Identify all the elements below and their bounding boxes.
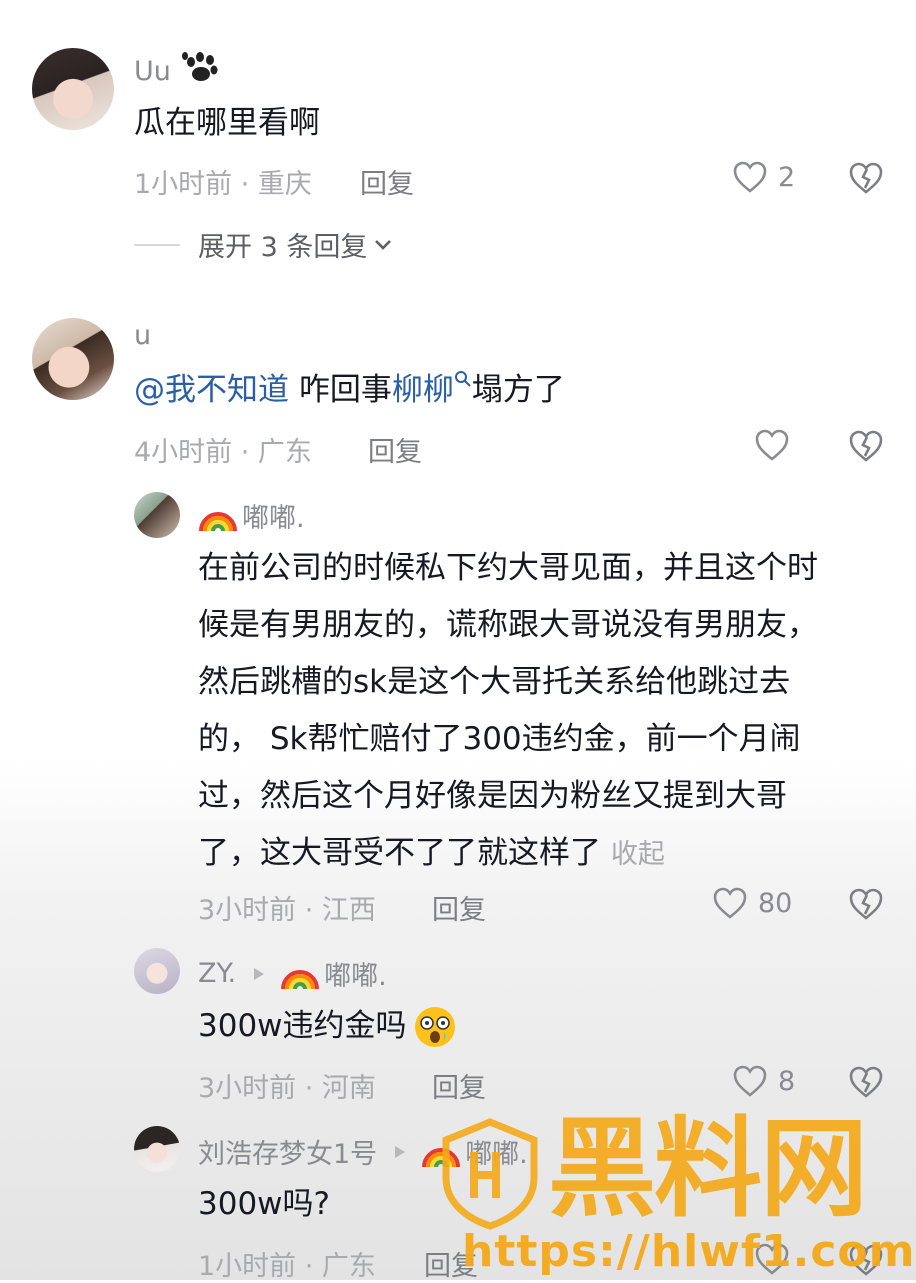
expand-replies-label: 展开 3 条回复 <box>198 232 368 263</box>
divider <box>134 243 180 246</box>
like-button[interactable]: 80 <box>712 886 792 920</box>
dislike-button[interactable] <box>848 887 884 921</box>
heart-icon <box>732 1064 768 1098</box>
avatar[interactable] <box>134 1126 180 1172</box>
comment-text: 瓜在哪里看啊 <box>134 105 320 141</box>
expand-replies-button[interactable]: 展开 3 条回复 <box>134 225 393 264</box>
avatar[interactable] <box>32 318 114 400</box>
mention-link[interactable]: @我不知道 <box>134 372 289 408</box>
broken-heart-icon <box>848 161 884 195</box>
username[interactable]: Uu <box>134 50 219 87</box>
watermark-title: 黑料网 <box>548 1107 868 1232</box>
play-arrow-icon <box>252 966 266 982</box>
dislike-button[interactable] <box>848 429 884 463</box>
comment-meta: 4小时前 · 广东 <box>134 437 312 468</box>
like-count: 8 <box>778 1065 796 1097</box>
reply-text: 在前公司的时候私下约大哥见面，并且这个时 候是有男朋友的，谎称跟大哥说没有男朋友… <box>198 550 818 871</box>
watermark-logo-icon <box>440 1118 540 1230</box>
broken-heart-icon <box>848 1065 884 1099</box>
username[interactable]: u <box>134 320 151 351</box>
reply-text: 300w吗? <box>198 1186 330 1222</box>
comment-meta: 3小时前 · 江西 <box>198 895 376 926</box>
like-count: 2 <box>778 161 796 193</box>
reply-button[interactable]: 回复 <box>432 1066 486 1105</box>
reply-button[interactable]: 回复 <box>368 430 422 469</box>
heart-icon <box>732 160 768 194</box>
avatar[interactable] <box>134 948 180 994</box>
avatar[interactable] <box>134 492 180 538</box>
paw-icon <box>179 50 219 84</box>
reply-button[interactable]: 回复 <box>360 162 414 201</box>
broken-heart-icon <box>848 887 884 921</box>
dizzy-face-icon <box>413 1005 457 1049</box>
dislike-button[interactable] <box>848 1065 884 1099</box>
comment-meta: 3小时前 · 河南 <box>198 1073 376 1104</box>
like-button[interactable]: 8 <box>732 1064 795 1098</box>
like-button[interactable]: 2 <box>732 160 795 194</box>
play-arrow-icon <box>393 1144 407 1160</box>
reply-button[interactable]: 回复 <box>432 888 486 927</box>
comment-meta: 1小时前 · 重庆 <box>134 169 312 200</box>
username[interactable]: 嘟嘟. <box>198 496 305 535</box>
dislike-button[interactable] <box>848 161 884 195</box>
comment-meta: 1小时前 · 广东 <box>198 1251 376 1282</box>
chevron-down-icon <box>373 238 393 252</box>
search-icon <box>454 370 472 388</box>
collapse-button[interactable]: 收起 <box>611 839 665 870</box>
broken-heart-icon <box>848 429 884 463</box>
comment-text: @我不知道 咋回事柳柳 塌方了 <box>134 370 565 408</box>
like-count: 80 <box>758 887 793 919</box>
like-button[interactable] <box>754 428 790 462</box>
heart-icon <box>712 886 748 920</box>
search-link[interactable]: 柳柳 <box>392 370 472 408</box>
avatar[interactable] <box>32 48 114 130</box>
rainbow-icon <box>198 499 238 533</box>
watermark-url: https://hlwf1.com <box>462 1226 916 1277</box>
rainbow-icon <box>280 957 320 991</box>
reply-text: 300w违约金吗 <box>198 998 457 1055</box>
username[interactable]: ZY. 嘟嘟. <box>198 954 387 993</box>
heart-icon <box>754 428 790 462</box>
